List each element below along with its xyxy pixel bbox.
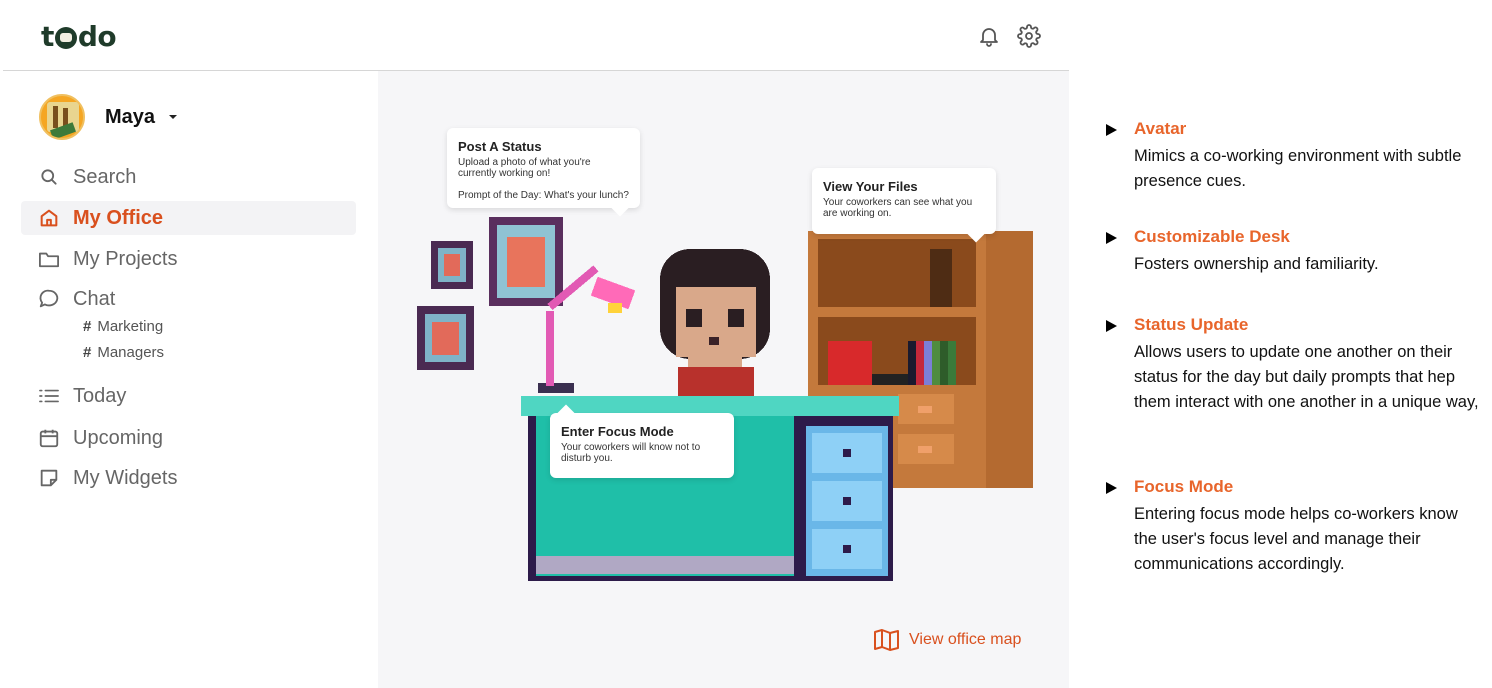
hash-icon: # bbox=[83, 344, 92, 361]
app-logo[interactable]: t do bbox=[41, 20, 117, 53]
sidebar-item-chat[interactable]: Chat bbox=[21, 282, 356, 316]
annotation-body: Allows users to update one another on th… bbox=[1134, 343, 1479, 411]
annotation-title: Avatar bbox=[1134, 119, 1187, 138]
bubble-body: Your coworkers can see what you are work… bbox=[823, 197, 973, 219]
sidebar-item-label: Today bbox=[73, 384, 127, 407]
view-office-map-link[interactable]: View office map bbox=[873, 628, 1021, 652]
top-bar: tdo todo bbox=[3, 0, 1069, 71]
sidebar-item-label: My Widgets bbox=[73, 466, 178, 489]
bubble-title: Enter Focus Mode bbox=[561, 424, 674, 439]
sidebar-item-upcoming[interactable]: Upcoming bbox=[21, 421, 356, 455]
chat-bubble-icon bbox=[37, 287, 61, 311]
picture-frame-small[interactable] bbox=[431, 241, 473, 289]
focus-mode-bubble[interactable]: Enter Focus Mode Your coworkers will kno… bbox=[550, 413, 734, 478]
picture-frame-medium[interactable] bbox=[417, 306, 474, 370]
user-name: Maya bbox=[105, 105, 156, 128]
logo-o-icon bbox=[54, 27, 77, 49]
sidebar-item-today[interactable]: Today bbox=[21, 379, 356, 413]
avatar[interactable] bbox=[39, 94, 85, 140]
sidebar-item-search[interactable]: Search bbox=[21, 160, 356, 194]
annotation-body: Fosters ownership and familiarity. bbox=[1134, 255, 1379, 273]
map-icon bbox=[874, 629, 899, 651]
bullet-triangle-icon bbox=[1106, 482, 1117, 494]
app-root: tdo todo Maya bbox=[0, 0, 1492, 688]
bubble-body: Upload a photo of what you're currently … bbox=[458, 157, 591, 179]
prompt-of-the-day: Prompt of the Day: What's your lunch? bbox=[458, 190, 629, 201]
bullet-triangle-icon bbox=[1106, 124, 1117, 136]
channel-label: Marketing bbox=[97, 318, 164, 335]
channel-label: Managers bbox=[97, 344, 165, 361]
folder-icon bbox=[37, 247, 61, 271]
sidebar-item-label: Search bbox=[73, 165, 137, 188]
post-status-bubble[interactable]: Post A Status Upload a photo of what you… bbox=[447, 128, 640, 208]
calendar-icon bbox=[37, 426, 61, 450]
bubble-title: View Your Files bbox=[823, 179, 918, 194]
sidebar-item-label: My Projects bbox=[73, 247, 178, 270]
annotation-title: Focus Mode bbox=[1134, 477, 1234, 496]
user-menu[interactable]: Maya bbox=[39, 94, 178, 140]
bubble-body: Your coworkers will know not to disturb … bbox=[561, 442, 701, 464]
sidebar-item-my-widgets[interactable]: My Widgets bbox=[21, 461, 356, 495]
search-icon bbox=[37, 165, 61, 189]
annotation-title: Customizable Desk bbox=[1134, 227, 1290, 246]
gear-icon[interactable] bbox=[1017, 24, 1041, 48]
channel-marketing[interactable]: # Marketing bbox=[83, 318, 163, 335]
annotation-body: Mimics a co-working environment with sub… bbox=[1134, 147, 1462, 190]
annotation-body: Entering focus mode helps co-workers kno… bbox=[1134, 505, 1458, 573]
sidebar-item-my-office[interactable]: My Office bbox=[21, 201, 356, 235]
sticker-icon bbox=[37, 466, 61, 490]
bullet-triangle-icon bbox=[1106, 320, 1117, 332]
sidebar-item-label: My Office bbox=[73, 206, 164, 229]
home-icon bbox=[37, 206, 61, 230]
picture-frame-large[interactable] bbox=[489, 217, 563, 306]
app-window: tdo todo Maya bbox=[3, 0, 1069, 688]
office-canvas: Post A Status Upload a photo of what you… bbox=[378, 71, 1069, 688]
character-avatar[interactable] bbox=[660, 249, 770, 397]
sidebar: Maya Search My Office My Projects Chat #… bbox=[3, 71, 378, 688]
sidebar-item-label: Upcoming bbox=[73, 426, 164, 449]
view-files-bubble[interactable]: View Your Files Your coworkers can see w… bbox=[812, 168, 996, 234]
view-office-map-label: View office map bbox=[909, 631, 1022, 648]
bell-icon[interactable] bbox=[977, 24, 1001, 48]
sidebar-item-my-projects[interactable]: My Projects bbox=[21, 242, 356, 276]
chevron-down-icon[interactable] bbox=[169, 115, 178, 119]
bullet-triangle-icon bbox=[1106, 232, 1117, 244]
bubble-title: Post A Status bbox=[458, 139, 542, 154]
list-icon bbox=[37, 384, 61, 408]
sidebar-item-label: Chat bbox=[73, 287, 116, 310]
annotation-title: Status Update bbox=[1134, 315, 1249, 334]
hash-icon: # bbox=[83, 318, 92, 335]
channel-managers[interactable]: # Managers bbox=[83, 344, 164, 361]
